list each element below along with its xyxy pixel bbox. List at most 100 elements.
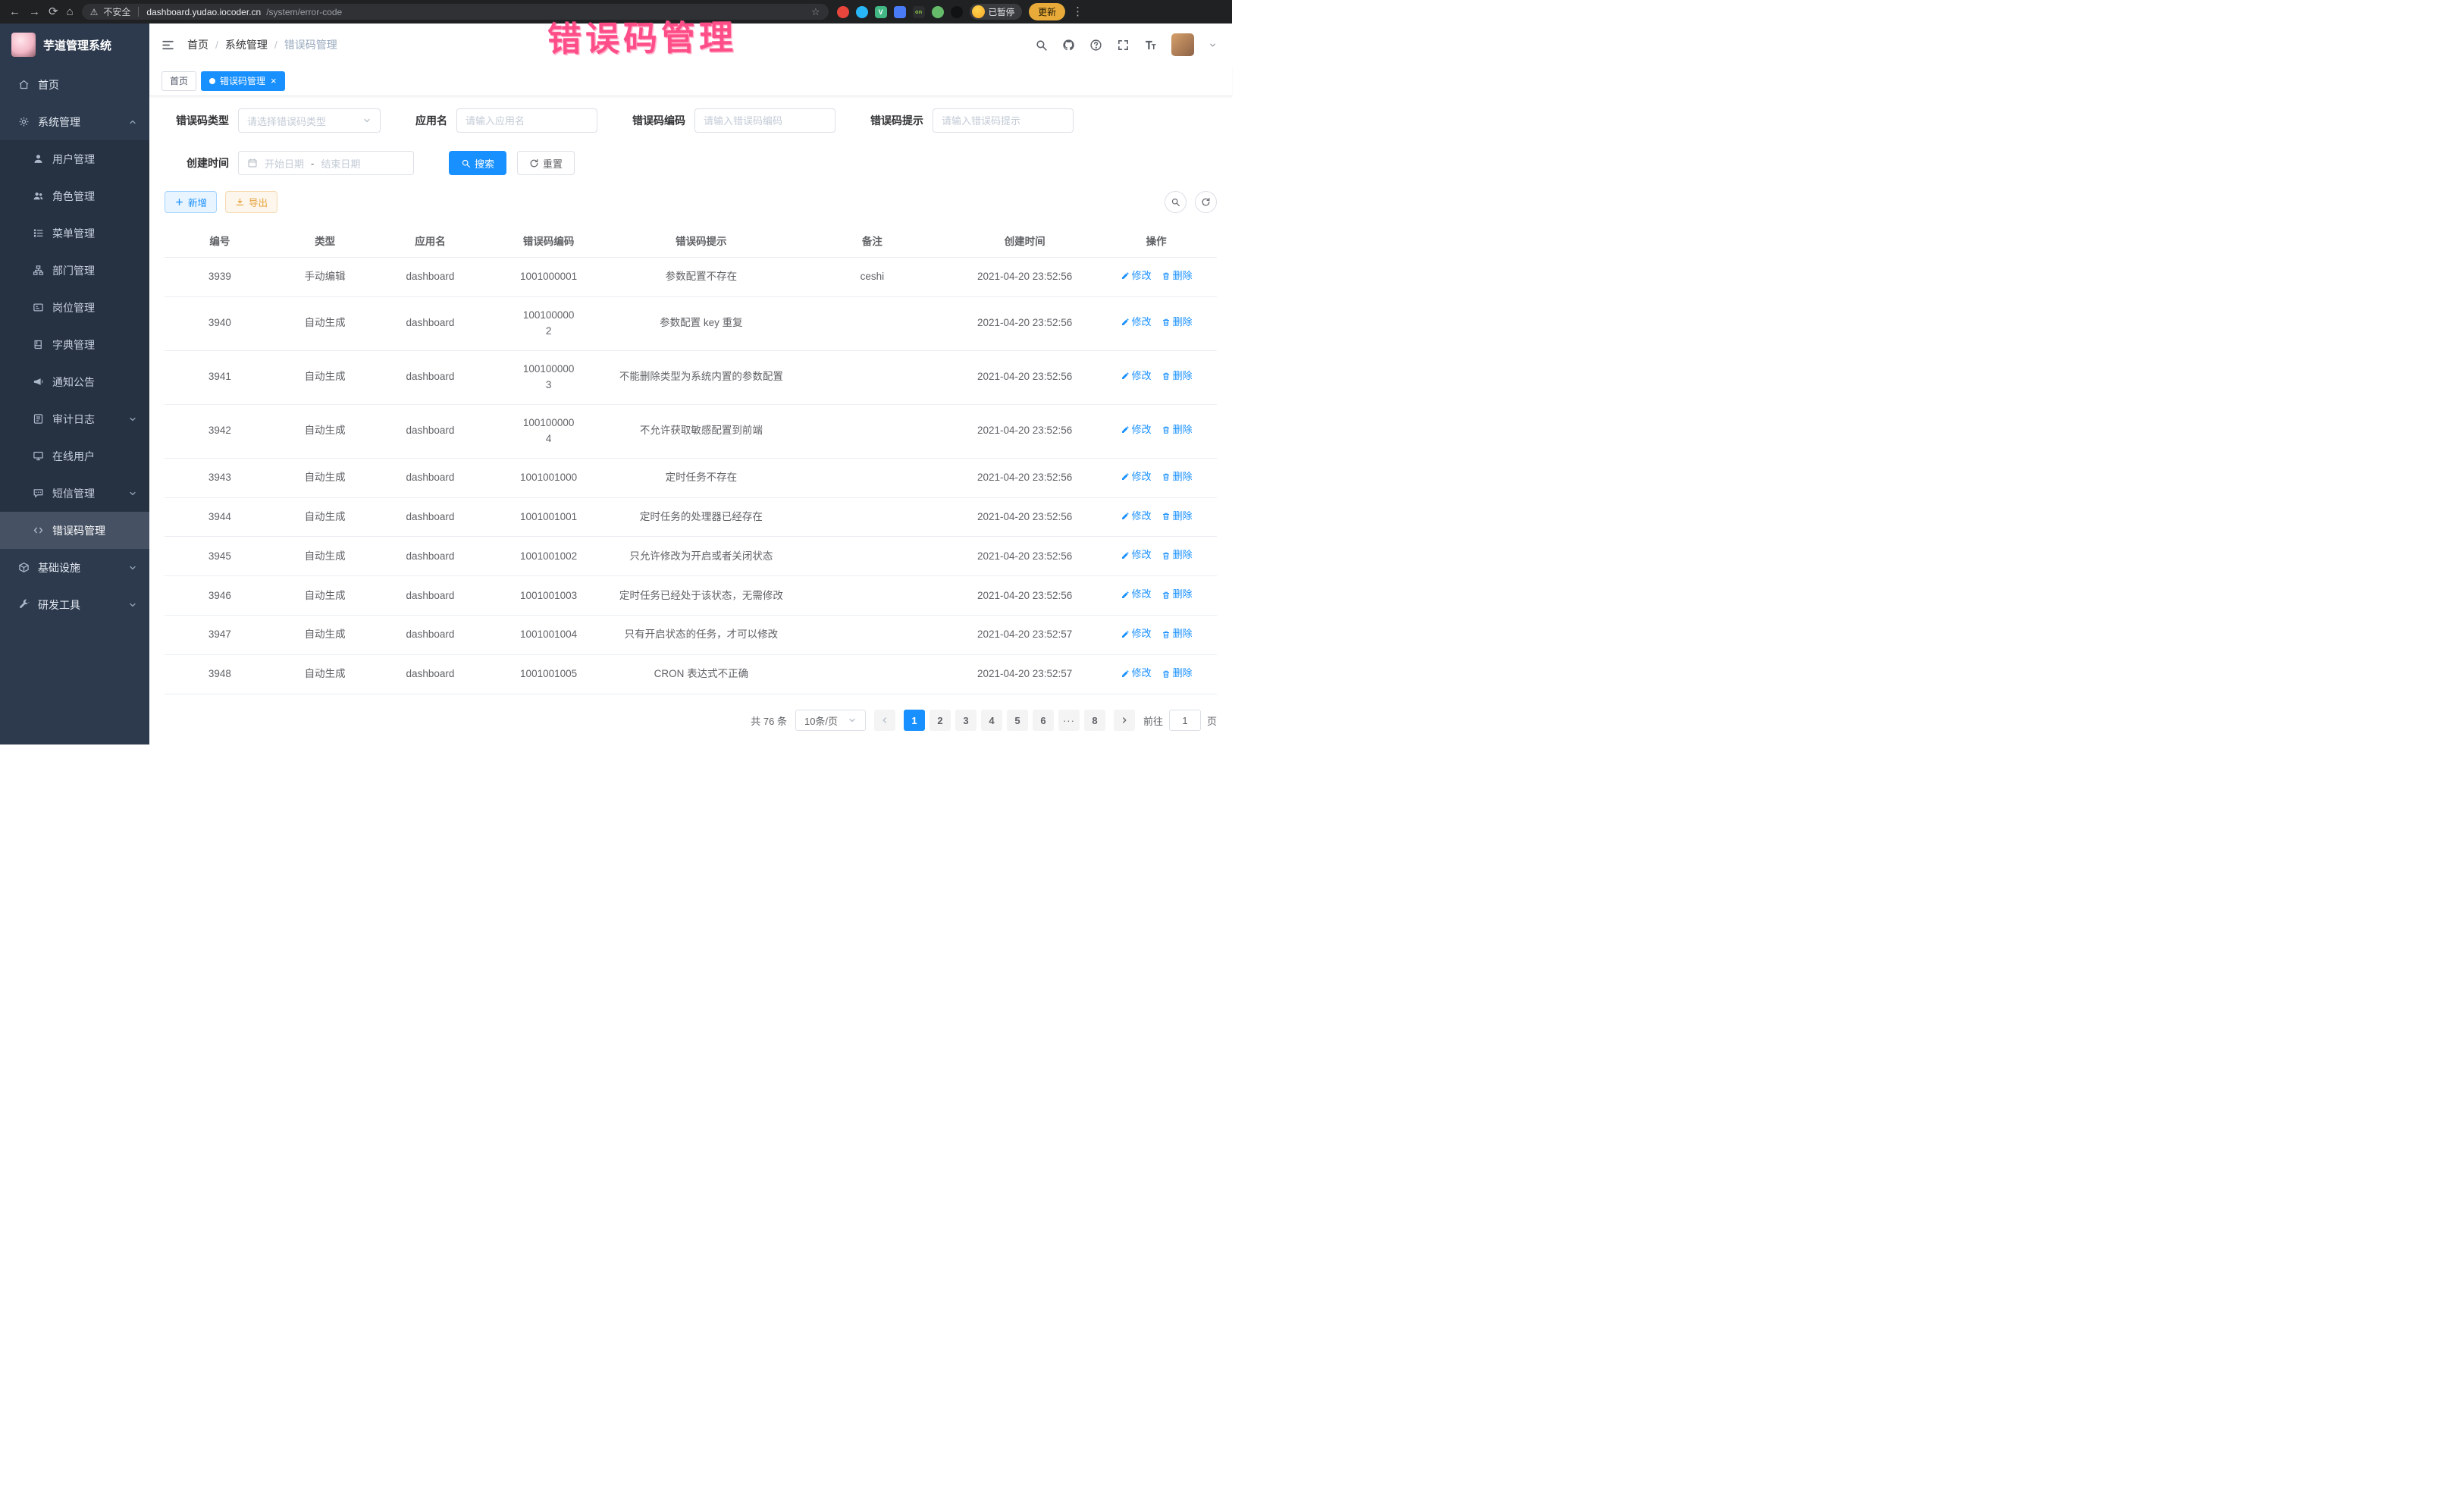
- browser-back-button[interactable]: ←: [9, 6, 20, 17]
- edit-action[interactable]: 修改: [1121, 509, 1152, 524]
- breadcrumb-item[interactable]: 错误码管理: [284, 37, 337, 52]
- error-code-input[interactable]: [694, 108, 835, 133]
- edit-icon: [1121, 472, 1130, 481]
- table-row: 3944自动生成dashboard1001001001定时任务的处理器已经存在2…: [165, 497, 1217, 537]
- sidebar-item-home[interactable]: 首页: [0, 66, 149, 103]
- edit-action[interactable]: 修改: [1121, 666, 1152, 681]
- tab-1[interactable]: 错误码管理×: [201, 71, 285, 91]
- pager-ellipsis[interactable]: ···: [1058, 710, 1080, 731]
- sidebar-item-notice[interactable]: 通知公告: [0, 363, 149, 400]
- breadcrumb-item[interactable]: 首页: [187, 37, 208, 52]
- sidebar-item-online-user[interactable]: 在线用户: [0, 437, 149, 475]
- page-button-4[interactable]: 4: [981, 710, 1002, 731]
- app-name-input[interactable]: [456, 108, 597, 133]
- breadcrumb-separator: /: [215, 39, 218, 51]
- error-hint-input[interactable]: [933, 108, 1074, 133]
- extension-red-icon[interactable]: [837, 6, 849, 18]
- sidebar-item-post[interactable]: 岗位管理: [0, 289, 149, 326]
- browser-profile-chip[interactable]: 已暂停: [970, 4, 1023, 20]
- delete-action[interactable]: 删除: [1161, 666, 1193, 681]
- browser-menu-icon[interactable]: ⋮: [1072, 6, 1083, 17]
- error-type-select[interactable]: 请选择错误码类型: [238, 108, 381, 133]
- cell-remark: [791, 404, 954, 458]
- sidebar-item-error-code[interactable]: 错误码管理: [0, 512, 149, 549]
- edit-action[interactable]: 修改: [1121, 626, 1152, 641]
- sidebar-item-system[interactable]: 系统管理: [0, 103, 149, 140]
- edit-action[interactable]: 修改: [1121, 315, 1152, 330]
- extension-grid-icon[interactable]: [894, 6, 906, 18]
- delete-action[interactable]: 删除: [1161, 368, 1193, 384]
- sidebar-item-label: 短信管理: [52, 486, 95, 501]
- edit-action[interactable]: 修改: [1121, 422, 1152, 437]
- sidebar-item-devtools[interactable]: 研发工具: [0, 586, 149, 623]
- cell-app: dashboard: [375, 655, 486, 694]
- cell-message: CRON 表达式不正确: [612, 655, 791, 694]
- edit-action[interactable]: 修改: [1121, 547, 1152, 563]
- breadcrumb-item[interactable]: 系统管理: [225, 37, 268, 52]
- reset-button[interactable]: 重置: [517, 151, 575, 175]
- page-button-3[interactable]: 3: [955, 710, 977, 731]
- page-button-2[interactable]: 2: [929, 710, 951, 731]
- delete-action[interactable]: 删除: [1161, 509, 1193, 524]
- browser-update-button[interactable]: 更新: [1029, 3, 1065, 20]
- github-icon[interactable]: [1062, 39, 1075, 52]
- edit-icon: [1121, 425, 1130, 434]
- page-button-1[interactable]: 1: [904, 710, 925, 731]
- edit-action[interactable]: 修改: [1121, 587, 1152, 602]
- bookmark-star-icon[interactable]: ☆: [811, 6, 820, 18]
- add-button[interactable]: 新增: [165, 191, 217, 213]
- sidebar-item-dept[interactable]: 部门管理: [0, 252, 149, 289]
- extension-vue-devtools-icon[interactable]: V: [875, 6, 887, 18]
- sidebar-item-dict[interactable]: 字典管理: [0, 326, 149, 363]
- extension-github-icon[interactable]: [951, 6, 963, 18]
- create-time-range-picker[interactable]: 开始日期 - 结束日期: [238, 151, 414, 175]
- sidebar-item-audit-log[interactable]: 审计日志: [0, 400, 149, 437]
- tab-close-icon[interactable]: ×: [271, 76, 277, 86]
- browser-home-button[interactable]: ⌂: [67, 6, 74, 17]
- sidebar-item-menu[interactable]: 菜单管理: [0, 215, 149, 252]
- sidebar-item-role[interactable]: 角色管理: [0, 177, 149, 215]
- page-buttons: 123456···8: [904, 710, 1105, 731]
- page-button-8[interactable]: 8: [1084, 710, 1105, 731]
- sidebar-item-user[interactable]: 用户管理: [0, 140, 149, 177]
- prev-page-button[interactable]: [874, 710, 895, 731]
- extension-onetab-icon[interactable]: on: [913, 6, 925, 18]
- delete-action[interactable]: 删除: [1161, 626, 1193, 641]
- extension-drop-icon[interactable]: [856, 6, 868, 18]
- help-icon[interactable]: [1089, 39, 1102, 52]
- next-page-button[interactable]: [1114, 710, 1135, 731]
- export-button[interactable]: 导出: [225, 191, 277, 213]
- edit-action[interactable]: 修改: [1121, 368, 1152, 384]
- browser-toolbar: ← → ⟳ ⌂ ⚠ 不安全 dashboard.yudao.iocoder.cn…: [0, 0, 1232, 24]
- sidebar-item-sms[interactable]: 短信管理: [0, 475, 149, 512]
- font-size-icon[interactable]: [1144, 39, 1157, 52]
- sidebar-item-infra[interactable]: 基础设施: [0, 549, 149, 586]
- header-search-icon[interactable]: [1035, 39, 1048, 52]
- delete-action[interactable]: 删除: [1161, 587, 1193, 602]
- tab-0[interactable]: 首页: [161, 71, 196, 91]
- avatar-caret-icon[interactable]: [1208, 41, 1217, 49]
- browser-forward-button[interactable]: →: [29, 6, 40, 17]
- sidebar-toggle-button[interactable]: [161, 38, 175, 52]
- delete-action[interactable]: 删除: [1161, 547, 1193, 563]
- search-button[interactable]: 搜索: [449, 151, 506, 175]
- edit-action[interactable]: 修改: [1121, 469, 1152, 484]
- extension-green-icon[interactable]: [932, 6, 944, 18]
- toggle-search-button[interactable]: [1165, 191, 1187, 213]
- delete-action[interactable]: 删除: [1161, 268, 1193, 284]
- fullscreen-icon[interactable]: [1117, 39, 1130, 52]
- delete-action-label: 删除: [1173, 469, 1193, 484]
- page-size-select[interactable]: 10条/页: [795, 710, 866, 731]
- browser-refresh-button[interactable]: ⟳: [49, 6, 58, 17]
- page-jump-input[interactable]: [1169, 710, 1201, 731]
- page-button-5[interactable]: 5: [1007, 710, 1028, 731]
- browser-address-bar[interactable]: ⚠ 不安全 dashboard.yudao.iocoder.cn/system/…: [82, 4, 829, 20]
- edit-action[interactable]: 修改: [1121, 268, 1152, 284]
- user-avatar[interactable]: [1171, 33, 1194, 56]
- delete-action[interactable]: 删除: [1161, 469, 1193, 484]
- page-button-6[interactable]: 6: [1033, 710, 1054, 731]
- refresh-table-button[interactable]: [1195, 191, 1217, 213]
- delete-action[interactable]: 删除: [1161, 422, 1193, 437]
- app-logo[interactable]: 芋道管理系统: [0, 24, 149, 66]
- delete-action[interactable]: 删除: [1161, 315, 1193, 330]
